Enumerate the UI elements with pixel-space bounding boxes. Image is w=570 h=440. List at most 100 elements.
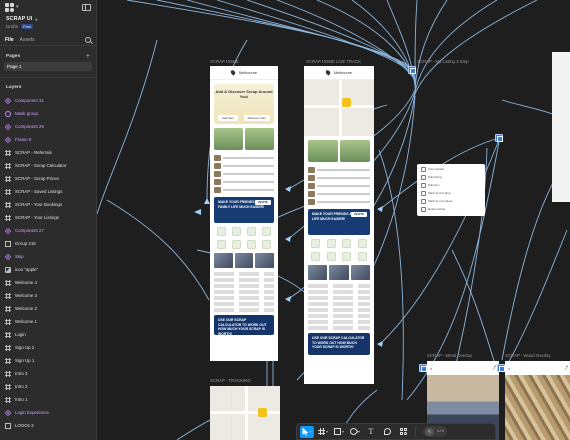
layer-item[interactable]: Component 27: [0, 224, 96, 237]
frame-scrap-tracking[interactable]: [210, 386, 280, 440]
layer-item[interactable]: Component 29: [0, 120, 96, 133]
chevron-down-icon[interactable]: ▾: [326, 429, 328, 434]
category-icon: [357, 239, 367, 248]
truck-icon: [258, 408, 267, 417]
layer-item[interactable]: Group 218: [0, 237, 96, 250]
layer-item[interactable]: Sign Up 2: [0, 341, 96, 354]
chevron-down-icon[interactable]: ▾: [342, 429, 344, 434]
prototype-node-icon[interactable]: [495, 134, 503, 142]
layer-item[interactable]: Intro 1: [0, 393, 96, 406]
project-location[interactable]: Drafts: [6, 24, 18, 29]
frame-label-metal[interactable]: SCRAP - Metal Overlay: [427, 353, 472, 358]
layer-item[interactable]: SCRAP - Your Bookings: [0, 198, 96, 211]
layer-item[interactable]: icon "apple": [0, 263, 96, 276]
frame-label-tracking[interactable]: SCRAP - TRACKING: [210, 378, 251, 383]
tool-pen[interactable]: ▾: [348, 426, 362, 438]
frame-wood-overlay[interactable]: × ⤴: [505, 361, 570, 440]
layer-item[interactable]: Sign Up 1: [0, 354, 96, 367]
layer-item[interactable]: Frame 8: [0, 133, 96, 146]
comment-icon: [383, 428, 391, 435]
layer-item[interactable]: SCRAP - Scrap Prices: [0, 172, 96, 185]
category-icon: [217, 240, 226, 249]
layer-item[interactable]: SCRAP - Your Listings: [0, 211, 96, 224]
layer-item[interactable]: Welcome 2: [0, 302, 96, 315]
search-icon[interactable]: [85, 36, 91, 43]
pages-heading: Pages: [6, 53, 21, 59]
frame-scrap-home-live[interactable]: Melbourne MAKE YOUR FRIENDS & FAMILY LIF…: [304, 66, 374, 384]
pen-icon: [348, 426, 359, 437]
chevron-down-icon[interactable]: ▾: [309, 429, 311, 434]
layer-item[interactable]: Welcome 3: [0, 289, 96, 302]
frame-label-wood[interactable]: SCRAP - Wood Overlay: [505, 353, 551, 358]
text-icon: T: [368, 427, 374, 436]
layer-item[interactable]: SCRAP - Scrap Calculator: [0, 159, 96, 172]
category-icon: [311, 252, 321, 261]
layer-item[interactable]: Skip: [0, 250, 96, 263]
frame-icon: [5, 318, 11, 325]
listing-tiles: [214, 128, 274, 150]
tab-file[interactable]: File: [5, 37, 14, 43]
listing-menu-overlay[interactable]: View details Edit listing Edit item Mark…: [417, 164, 485, 216]
rectangle-icon: [333, 428, 341, 435]
bottom-toolbar: ▾ ▾ ▾ ▾ T ✎ </>: [296, 423, 496, 440]
layer-item[interactable]: SCRAP - Referrals: [0, 146, 96, 159]
page-item[interactable]: Page 1: [4, 62, 92, 71]
listing-tile: [214, 128, 243, 150]
tool-text[interactable]: T: [364, 426, 378, 438]
layer-item[interactable]: Welcome 4: [0, 276, 96, 289]
layer-item[interactable]: LOGOs 3: [0, 419, 96, 432]
share-icon: ⤴: [564, 365, 568, 370]
category-icons: [308, 252, 370, 261]
dev-mode-icon[interactable]: </>: [436, 428, 445, 436]
layer-label: Component 31: [15, 98, 44, 103]
project-chevron-icon[interactable]: ▾: [35, 17, 37, 22]
layer-item[interactable]: SCRAP - Saved Listings: [0, 185, 96, 198]
layer-item[interactable]: Login: [0, 328, 96, 341]
frame-scrap-home[interactable]: Melbourne Add & Discover Scrap Around Yo…: [210, 66, 278, 361]
tool-widgets[interactable]: [396, 426, 410, 438]
design-mode-icon[interactable]: ✎: [425, 427, 434, 436]
component-icon: [4, 227, 12, 234]
category-icon: [232, 240, 241, 249]
layer-item[interactable]: Login Experience: [0, 406, 96, 419]
plan-badge[interactable]: Free: [21, 24, 34, 29]
truck-icon: [342, 98, 351, 107]
frame-offscreen-right[interactable]: [552, 52, 570, 202]
frame-icon: [5, 396, 11, 403]
category-icons: [214, 227, 274, 236]
hero-title: Add & Discover Scrap Around You!: [215, 89, 273, 99]
main-menu-chevron-icon[interactable]: ▾: [16, 4, 19, 10]
tab-assets[interactable]: Assets: [20, 37, 35, 43]
figma-logo-icon[interactable]: [5, 2, 14, 12]
frame-icon: [317, 428, 325, 435]
frame-label-home[interactable]: SCRAP HOME: [210, 59, 239, 64]
layer-item[interactable]: Component 31: [0, 94, 96, 107]
prototype-node-icon[interactable]: [408, 66, 416, 74]
toolbar-divider: [415, 426, 416, 437]
frame-label-home-live[interactable]: SCRAP HOME LIVE TRACK: [306, 59, 361, 64]
tool-move[interactable]: ▾: [300, 425, 314, 438]
tool-frame[interactable]: ▾: [316, 426, 330, 438]
project-title[interactable]: SCRAP UI ▾: [6, 16, 90, 22]
layer-item[interactable]: Mask group: [0, 107, 96, 120]
tool-shape[interactable]: ▾: [332, 426, 346, 438]
layer-label: Welcome 2: [15, 306, 37, 311]
mode-toggle[interactable]: ✎ </>: [423, 426, 447, 437]
scrap-image: [255, 253, 274, 268]
add-page-icon[interactable]: +: [86, 53, 90, 60]
component-icon: [4, 97, 12, 104]
sidebar-toggle-icon[interactable]: [82, 3, 91, 11]
prototype-node-icon[interactable]: [419, 364, 427, 372]
layer-item[interactable]: Intro 3: [0, 367, 96, 380]
prototype-node-icon[interactable]: [497, 364, 505, 372]
menu-item: Edit listing: [421, 174, 481, 180]
tool-comment[interactable]: [380, 426, 394, 438]
frame-label-listing[interactable]: SCRAP - My Listing 3 Step: [417, 59, 469, 64]
component-icon: [4, 409, 12, 416]
layer-item[interactable]: Intro 2: [0, 380, 96, 393]
invite-button: INVITE: [351, 212, 367, 217]
location-text: Melbourne: [239, 70, 257, 75]
design-canvas[interactable]: SCRAP HOME SCRAP HOME LIVE TRACK SCRAP -…: [97, 0, 570, 440]
layer-item[interactable]: Welcome 1: [0, 315, 96, 328]
listing-tile: [308, 140, 338, 162]
